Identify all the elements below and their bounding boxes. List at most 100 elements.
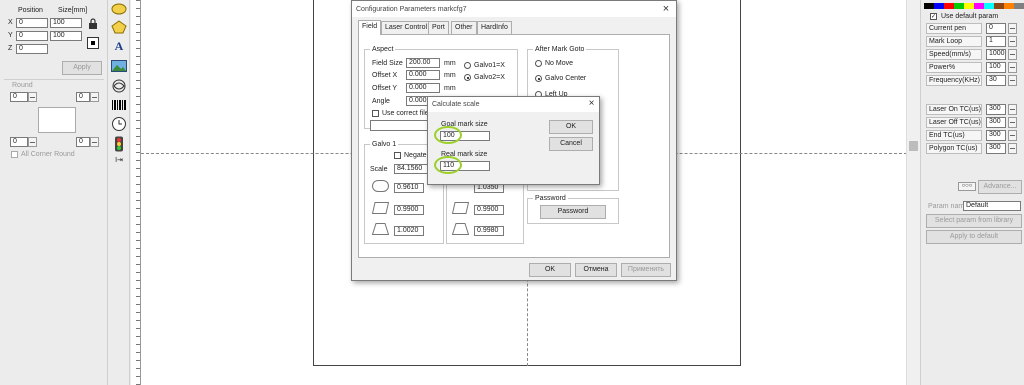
use-correct-file-checkbox[interactable] [372, 110, 379, 117]
galvo-center-radio[interactable] [535, 75, 542, 82]
param-spinner[interactable] [1008, 143, 1017, 154]
galvo2-x-label: Galvo2=X [474, 74, 505, 81]
clock-icon[interactable] [111, 116, 127, 132]
round-top-right-spinner[interactable] [90, 92, 99, 102]
param-spinner[interactable] [1008, 75, 1017, 86]
input-icon[interactable]: I⇥ [111, 156, 127, 166]
round-bottom-right-input[interactable]: 0 [76, 137, 90, 147]
galvo1-scale-input[interactable]: 84.1560 [394, 164, 430, 174]
param-spinner[interactable] [1008, 130, 1017, 141]
param-value-input[interactable]: 300 [986, 143, 1006, 154]
use-default-param-checkbox[interactable]: ✓ [930, 13, 937, 20]
param-label: Power% [926, 62, 982, 73]
field-size-input[interactable]: 200.00 [406, 58, 440, 68]
galvo2-x-radio[interactable] [464, 74, 471, 81]
param-spinner[interactable] [1008, 49, 1017, 60]
param-spinner[interactable] [1008, 104, 1017, 115]
pen-color-swatch[interactable] [984, 3, 994, 9]
z-label: Z [8, 45, 13, 52]
config-dialog-title: Configuration Parameters markcfg7 [356, 6, 467, 13]
advance-toggle-icon[interactable]: ○○○ [958, 182, 976, 191]
negate-checkbox[interactable] [394, 152, 401, 159]
lock-icon[interactable] [88, 18, 98, 29]
close-icon[interactable]: × [586, 98, 597, 110]
pen-color-swatch[interactable] [994, 3, 1004, 9]
apply-button[interactable]: Применить [621, 263, 671, 277]
param-spinner[interactable] [1008, 36, 1017, 47]
image-icon[interactable] [111, 60, 127, 72]
round-bottom-left-spinner[interactable] [28, 137, 37, 147]
apply-to-default-button[interactable]: Apply to default [926, 230, 1022, 244]
y-size-input[interactable]: 100 [50, 31, 82, 41]
cancel-button[interactable]: Отмена [575, 263, 617, 277]
pen-color-swatch[interactable] [964, 3, 974, 9]
pen-color-swatch[interactable] [1004, 3, 1014, 9]
round-top-left-input[interactable]: 0 [10, 92, 28, 102]
pen-color-swatch[interactable] [954, 3, 964, 9]
galvo1-trapezoid-input[interactable]: 1.0020 [394, 226, 424, 236]
correct-file-path-input[interactable] [370, 120, 430, 131]
galvo2-parallel-input[interactable]: 0.9900 [474, 205, 504, 215]
param-value-input[interactable]: 1000 [986, 49, 1006, 60]
galvo1-parallel-input[interactable]: 0.9900 [394, 205, 424, 215]
galvo1-barrel-input[interactable]: 0.9610 [394, 183, 424, 193]
round-top-right-input[interactable]: 0 [76, 92, 90, 102]
param-spinner[interactable] [1008, 117, 1017, 128]
ok-button[interactable]: OK [529, 263, 571, 277]
param-value-input[interactable]: 300 [986, 130, 1006, 141]
select-param-from-library-button[interactable]: Select param from library [926, 214, 1022, 228]
polygon-icon[interactable] [111, 20, 127, 34]
pen-color-swatch[interactable] [1014, 3, 1024, 9]
param-label: Mark Loop [926, 36, 982, 47]
param-value-input[interactable]: 300 [986, 117, 1006, 128]
param-value-input[interactable]: 300 [986, 104, 1006, 115]
offset-x-label: Offset X [372, 72, 398, 79]
pen-color-swatch[interactable] [934, 3, 944, 9]
galvo2-trapezoid-input[interactable]: 0.9980 [474, 226, 504, 236]
tab-field[interactable]: Field [358, 20, 382, 35]
param-name-input[interactable]: Default [963, 201, 1021, 211]
param-value-input[interactable]: 100 [986, 62, 1006, 73]
param-spinner[interactable] [1008, 23, 1017, 34]
tab-other[interactable]: Other [451, 21, 477, 35]
round-label: Round [12, 82, 33, 89]
angle-input[interactable]: 0.000 [406, 96, 428, 106]
round-bottom-right-spinner[interactable] [90, 137, 99, 147]
pen-color-swatch[interactable] [924, 3, 934, 9]
pen-color-swatch[interactable] [974, 3, 984, 9]
round-bottom-left-input[interactable]: 0 [10, 137, 28, 147]
anchor-icon[interactable] [87, 37, 99, 49]
apply-button[interactable]: Apply [62, 61, 102, 75]
galvo1-x-radio[interactable] [464, 62, 471, 69]
no-move-radio[interactable] [535, 60, 542, 67]
canvas-scrollbar[interactable] [906, 0, 920, 385]
param-spinner[interactable] [1008, 62, 1017, 73]
close-icon[interactable]: × [660, 3, 672, 15]
all-corner-round-checkbox[interactable] [11, 151, 18, 158]
size-header: Size[mm] [58, 7, 88, 14]
pen-color-swatch[interactable] [944, 3, 954, 9]
password-button[interactable]: Password [540, 205, 606, 219]
round-top-left-spinner[interactable] [28, 92, 37, 102]
tab-hardinfo[interactable]: HardInfo [477, 21, 512, 35]
y-position-input[interactable]: 0 [16, 31, 48, 41]
tab-port[interactable]: Port [428, 21, 449, 35]
barcode-icon[interactable] [111, 99, 127, 111]
goal-value-highlight [434, 126, 462, 144]
ellipse-icon[interactable] [111, 3, 127, 15]
z-position-input[interactable]: 0 [16, 44, 48, 54]
text-icon[interactable]: A [111, 39, 127, 53]
offset-y-input[interactable]: 0.000 [406, 83, 440, 93]
x-size-input[interactable]: 100 [50, 18, 82, 28]
scale-cancel-button[interactable]: Cancel [549, 137, 593, 151]
param-value-input[interactable]: 30 [986, 75, 1006, 86]
tab-laser-control[interactable]: Laser Control [381, 21, 432, 35]
advance-button[interactable]: Advance... [978, 180, 1022, 194]
scale-ok-button[interactable]: OK [549, 120, 593, 134]
param-value-input[interactable]: 1 [986, 36, 1006, 47]
param-value-input[interactable]: 0 [986, 23, 1006, 34]
traffic-light-icon[interactable] [113, 136, 125, 152]
vector-icon[interactable] [111, 78, 127, 94]
offset-x-input[interactable]: 0.000 [406, 70, 440, 80]
x-position-input[interactable]: 0 [16, 18, 48, 28]
